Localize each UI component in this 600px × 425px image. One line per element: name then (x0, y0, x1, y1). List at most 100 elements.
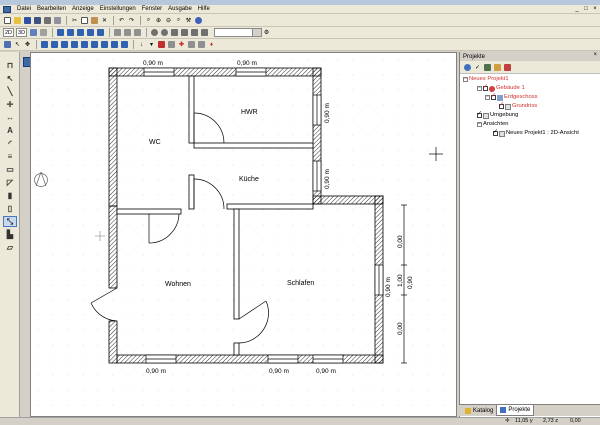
cut-icon[interactable]: ✂ (70, 16, 79, 25)
menu-datei[interactable]: Datei (14, 5, 34, 13)
material-icon[interactable] (190, 28, 199, 37)
tab-projekte[interactable]: Projekte (496, 405, 535, 416)
select-tool-icon[interactable]: ↖ (3, 73, 17, 84)
tree-node-surroundings[interactable]: Umgebung (477, 111, 518, 119)
object-icon[interactable] (113, 28, 122, 37)
menu-ausgabe[interactable]: Ausgabe (165, 5, 195, 13)
visibility-checkbox[interactable] (499, 102, 504, 109)
snap-icon[interactable] (187, 40, 196, 49)
pointer-icon[interactable]: ↖ (13, 40, 22, 49)
refresh-icon[interactable] (194, 16, 203, 25)
visibility-checkbox[interactable] (483, 84, 488, 91)
snap-icon[interactable] (167, 40, 176, 49)
point-tool-icon[interactable]: ✛ (3, 99, 17, 110)
table-icon[interactable] (100, 40, 109, 49)
stairs-tool-icon[interactable]: ≡ (3, 151, 17, 162)
panel-close-button[interactable]: × (593, 52, 597, 58)
tools-icon[interactable]: ⚒ (184, 16, 193, 25)
layout-icon[interactable] (76, 28, 85, 37)
settings-icon[interactable]: ⚙ (262, 28, 271, 37)
grid-icon[interactable] (39, 28, 48, 37)
undo-icon[interactable]: ↶ (117, 16, 126, 25)
wall-icon[interactable] (3, 40, 12, 49)
table-icon[interactable] (80, 40, 89, 49)
text-tool-icon[interactable]: A (3, 125, 17, 136)
table-icon[interactable] (70, 40, 79, 49)
panel-check-icon[interactable]: ✓ (473, 63, 482, 72)
material-icon[interactable] (160, 28, 169, 37)
line-tool-icon[interactable]: ╲ (3, 86, 17, 97)
table-icon[interactable] (120, 40, 129, 49)
tab-katalog[interactable]: Katalog (462, 405, 496, 416)
table-icon[interactable] (90, 40, 99, 49)
collapse-icon[interactable]: − (477, 122, 482, 127)
dimension-tool-icon[interactable]: ↔ (3, 112, 17, 123)
material-icon[interactable] (200, 28, 209, 37)
move-icon[interactable]: ✥ (23, 40, 32, 49)
column-tool-icon[interactable]: ▮ (3, 190, 17, 201)
arrow-icon[interactable]: ↓ (137, 40, 146, 49)
save-icon[interactable] (23, 16, 32, 25)
material-icon[interactable] (150, 28, 159, 37)
panel-new-icon[interactable] (463, 63, 472, 72)
view-2d-button[interactable]: 2D (3, 28, 15, 37)
new-file-icon[interactable] (3, 16, 12, 25)
tree-node-floor[interactable]: − Erdgeschoss (485, 93, 538, 101)
zoom-icon[interactable]: ⌕ (144, 16, 153, 25)
slab-tool-icon[interactable]: ▯ (3, 203, 17, 214)
menu-hilfe[interactable]: Hilfe (195, 5, 213, 13)
pen-icon[interactable] (29, 28, 38, 37)
snap-icon[interactable] (197, 40, 206, 49)
tree-node-plan[interactable]: Grundriss (499, 102, 537, 110)
roof-tool-icon[interactable]: ◸ (3, 177, 17, 188)
menu-einstellungen[interactable]: Einstellungen (97, 5, 139, 13)
window-tool-icon[interactable]: ▭ (3, 164, 17, 175)
visibility-checkbox[interactable] (493, 129, 498, 136)
collapse-icon[interactable]: − (485, 95, 490, 100)
open-folder-icon[interactable] (13, 16, 22, 25)
table-icon[interactable] (50, 40, 59, 49)
snap-icon[interactable] (157, 40, 166, 49)
visibility-checkbox[interactable] (491, 93, 496, 100)
tree-node-view-item[interactable]: Neues Projekt1 : 2D-Ansicht (493, 129, 579, 137)
table-icon[interactable] (60, 40, 69, 49)
table-icon[interactable] (40, 40, 49, 49)
stair-tool-icon[interactable]: ⤡ (3, 216, 17, 227)
marker-icon[interactable]: ♦ (207, 40, 216, 49)
preview-icon[interactable] (53, 16, 62, 25)
plus-icon[interactable]: ✚ (177, 40, 186, 49)
menu-fenster[interactable]: Fenster (139, 5, 165, 13)
wall-tool-icon[interactable]: ⊓ (3, 60, 17, 71)
redo-icon[interactable]: ↷ (127, 16, 136, 25)
layout-icon[interactable] (66, 28, 75, 37)
layout-icon[interactable] (56, 28, 65, 37)
maximize-button[interactable]: □ (582, 6, 590, 13)
zoom-out-icon[interactable]: ⊖ (164, 16, 173, 25)
object-icon[interactable] (123, 28, 132, 37)
zoom-in-icon[interactable]: ⊕ (154, 16, 163, 25)
panel-floor-icon[interactable] (493, 63, 502, 72)
layer-dropdown[interactable] (214, 28, 263, 37)
material-icon[interactable] (170, 28, 179, 37)
arrow-icon[interactable]: ▾ (147, 40, 156, 49)
view-3d-button[interactable]: 3D (16, 28, 28, 37)
tree-node-project[interactable]: − Neues Projekt1 (463, 76, 509, 83)
menu-anzeige[interactable]: Anzeige (69, 5, 97, 13)
collapse-icon[interactable]: − (477, 86, 482, 91)
paste-icon[interactable] (90, 16, 99, 25)
copy-icon[interactable] (80, 16, 89, 25)
print-icon[interactable] (43, 16, 52, 25)
panel-view-icon[interactable] (503, 63, 512, 72)
delete-icon[interactable]: ✕ (100, 16, 109, 25)
door-tool-icon[interactable]: ◜ (3, 138, 17, 149)
material-icon[interactable] (180, 28, 189, 37)
object-tool-icon[interactable]: ▙ (3, 229, 17, 240)
panel-building-icon[interactable] (483, 63, 492, 72)
menu-bearbeiten[interactable]: Bearbeiten (34, 5, 69, 13)
drawing-canvas[interactable]: HWR WC Küche Wohnen Schlafen 0,90 m 0,90… (30, 52, 458, 418)
eraser-tool-icon[interactable]: ▱ (3, 242, 17, 253)
layout-icon[interactable] (96, 28, 105, 37)
tree-node-building[interactable]: − Gebäude 1 (477, 84, 525, 92)
save-as-icon[interactable] (33, 16, 42, 25)
minimize-button[interactable]: _ (573, 6, 581, 13)
